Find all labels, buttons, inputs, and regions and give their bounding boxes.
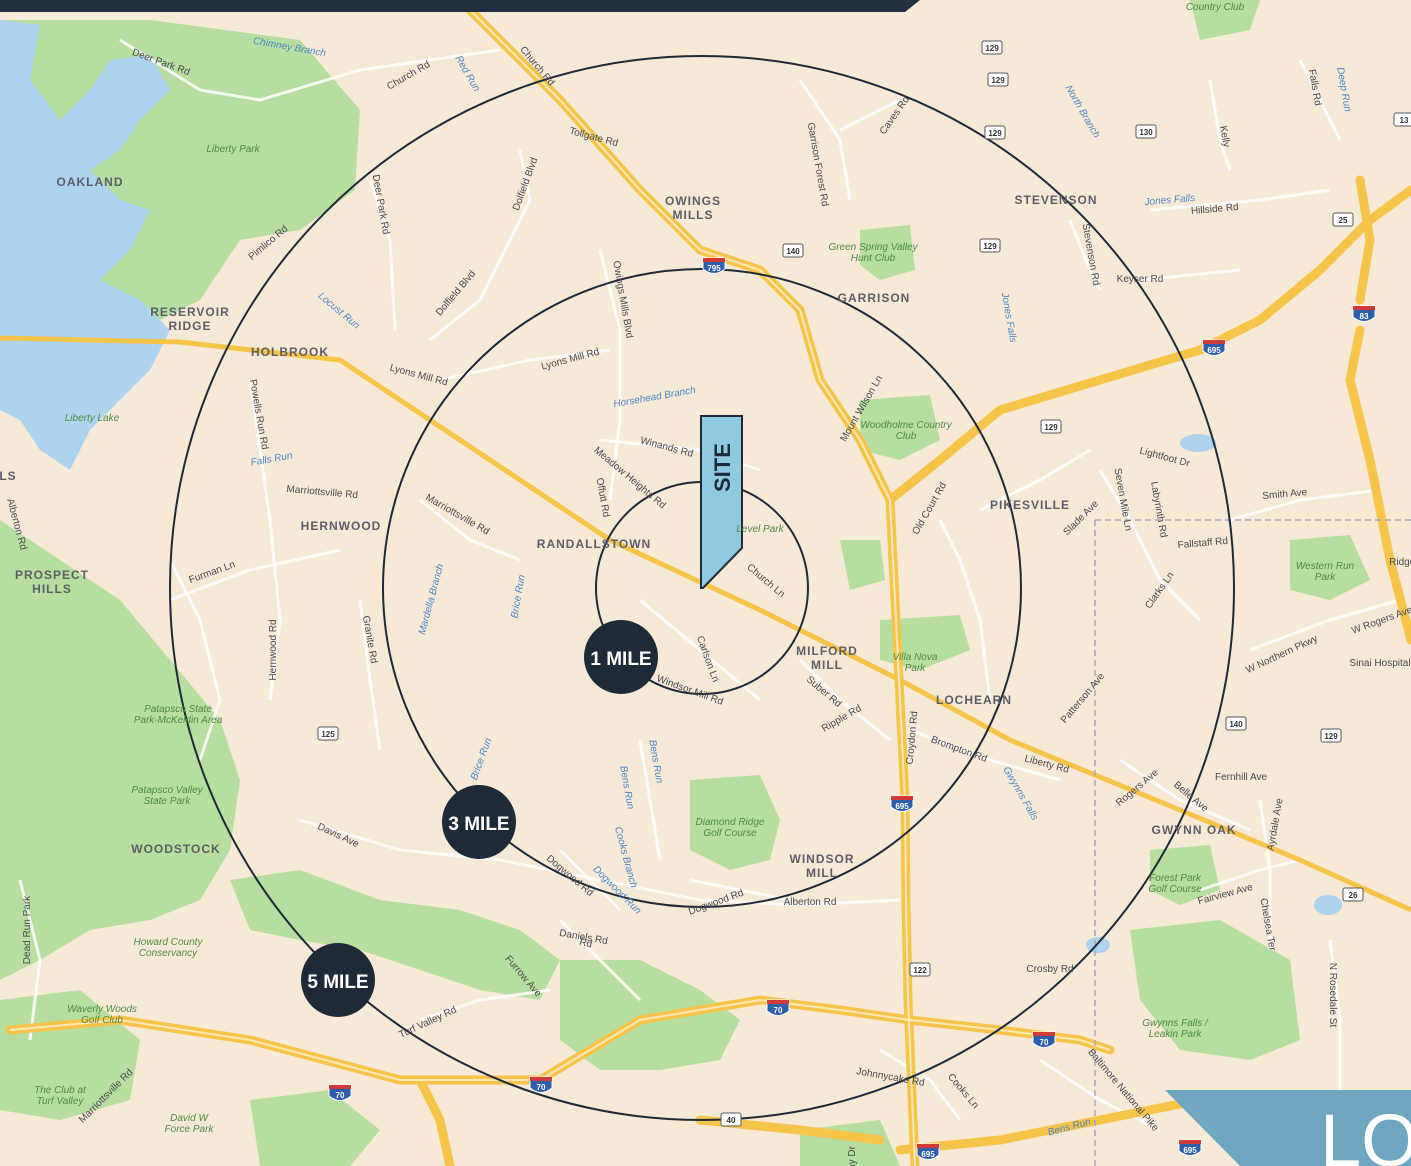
- route-shield-129: 129: [981, 40, 1003, 55]
- place-label-gwynn-oak: GWYNN OAK: [1152, 823, 1237, 837]
- park-label-david-w-force-park: David W Force Park: [165, 1113, 215, 1135]
- place-label-owings-mills: OWINGS MILLS: [665, 194, 721, 222]
- route-shield-25: 25: [1332, 212, 1354, 227]
- svg-text:70: 70: [537, 1083, 546, 1092]
- svg-text:795: 795: [707, 264, 721, 273]
- route-shield-125: 125: [317, 726, 339, 741]
- route-shield-795: 795: [702, 257, 726, 274]
- route-shield-695: 695: [1202, 339, 1226, 356]
- svg-text:26: 26: [1349, 891, 1358, 900]
- route-shield-70: 70: [766, 999, 790, 1016]
- route-shield-13: 13: [1393, 112, 1411, 127]
- road-label-dead-run-park-76: Dead Run Park: [22, 895, 33, 964]
- badge-5-mile[interactable]: 5 MILE: [301, 943, 375, 1017]
- route-shield-129: 129: [984, 125, 1006, 140]
- place-label-pikesville: PIKESVILLE: [990, 498, 1070, 512]
- road-label-ay-dr-89: ay Dr: [847, 1145, 858, 1166]
- route-shield-40: 40: [720, 1112, 742, 1127]
- place-label-oakland: OAKLAND: [57, 175, 124, 189]
- svg-text:25: 25: [1339, 216, 1348, 225]
- route-shield-129: 129: [979, 238, 1001, 253]
- svg-text:40: 40: [727, 1116, 736, 1125]
- place-label-stevenson: STEVENSON: [1014, 193, 1097, 207]
- road-label-keyser-rd-17: Keyser Rd: [1117, 274, 1164, 285]
- route-shield-70: 70: [529, 1076, 553, 1093]
- place-label-lochearn: LOCHEARN: [936, 693, 1012, 707]
- svg-text:125: 125: [321, 730, 335, 739]
- svg-text:695: 695: [895, 802, 909, 811]
- svg-text:70: 70: [336, 1091, 345, 1100]
- park-label-forest-park-golf-course: Forest Park Golf Course: [1148, 873, 1202, 895]
- svg-text:129: 129: [1044, 423, 1058, 432]
- route-shield-129: 129: [1320, 728, 1342, 743]
- svg-text:129: 129: [985, 44, 999, 53]
- road-label-crosby-rd-77: Crosby Rd: [1026, 964, 1073, 975]
- road-label-ridge-rd-86: Ridge Rd: [1389, 557, 1411, 568]
- corner-banner-text: LOC: [1320, 1099, 1411, 1166]
- route-shield-129: 129: [1040, 419, 1062, 434]
- place-label-woodstock: WOODSTOCK: [131, 842, 220, 856]
- svg-text:695: 695: [1183, 1146, 1197, 1155]
- badge-3-mile-label: 3 MILE: [448, 814, 509, 835]
- map-canvas[interactable]: LOC SITE 1 MILE 3 MILE 5 MILE 129 129 129 1…: [0, 0, 1411, 1166]
- route-shield-83: 83: [1352, 305, 1376, 322]
- route-shield-129: 129: [987, 72, 1009, 87]
- svg-text:140: 140: [1229, 720, 1243, 729]
- badge-3-mile[interactable]: 3 MILE: [442, 785, 516, 859]
- park-label-country-club: Country Club: [1186, 2, 1245, 13]
- svg-text:129: 129: [1324, 732, 1338, 741]
- svg-text:122: 122: [913, 966, 927, 975]
- park-label-the-club-at-turf-valley: The Club at Turf Valley: [34, 1085, 87, 1107]
- route-shield-70: 70: [1032, 1031, 1056, 1048]
- svg-text:140: 140: [786, 247, 800, 256]
- route-shield-122: 122: [909, 962, 931, 977]
- road-label-n-rosedale-st-63: N Rosedale St: [1327, 963, 1338, 1028]
- route-shield-695: 695: [1178, 1139, 1202, 1156]
- route-shield-695: 695: [890, 795, 914, 812]
- road-label-hernwood-rd-27: Hernwood Rd: [268, 619, 279, 680]
- place-label-holbrook: HOLBROOK: [251, 345, 329, 359]
- park-label-howard-county-conservancy: Howard County Conservancy: [134, 937, 204, 959]
- park-label-diamond-ridge-golf-course: Diamond Ridge Golf Course: [696, 817, 765, 839]
- park-label-liberty-lake: Liberty Lake: [65, 413, 120, 424]
- place-label-ls: LS: [0, 469, 17, 483]
- svg-text:695: 695: [1207, 346, 1221, 355]
- park-label-level-park: Level Park: [736, 524, 784, 535]
- svg-text:129: 129: [988, 129, 1002, 138]
- route-shield-695: 695: [916, 1143, 940, 1160]
- svg-text:130: 130: [1139, 128, 1153, 137]
- road-label-alberton-rd-71: Alberton Rd: [784, 897, 837, 908]
- svg-text:13: 13: [1400, 116, 1409, 125]
- route-shield-140: 140: [1225, 716, 1247, 731]
- badge-5-mile-label: 5 MILE: [307, 972, 368, 993]
- place-label-randallstown: RANDALLSTOWN: [537, 537, 651, 551]
- svg-text:70: 70: [774, 1006, 783, 1015]
- place-label-hernwood: HERNWOOD: [301, 519, 382, 533]
- route-shield-130: 130: [1135, 124, 1157, 139]
- svg-text:129: 129: [991, 76, 1005, 85]
- badge-1-mile[interactable]: 1 MILE: [584, 620, 658, 694]
- svg-text:129: 129: [983, 242, 997, 251]
- svg-text:83: 83: [1360, 312, 1369, 321]
- header-bar: [0, 0, 920, 12]
- park-label-patapsco-state-park-mckeldin-area: Patapsco State Park-McKeldin Area: [134, 704, 223, 726]
- route-shield-70: 70: [328, 1084, 352, 1101]
- place-label-garrison: GARRISON: [838, 291, 911, 305]
- route-shield-140: 140: [782, 243, 804, 258]
- road-label-fernhill-ave-59: Fernhill Ave: [1215, 772, 1268, 783]
- route-shield-26: 26: [1342, 887, 1364, 902]
- svg-text:70: 70: [1040, 1038, 1049, 1047]
- site-marker-label: SITE: [710, 443, 735, 492]
- park-label-liberty-park: Liberty Park: [206, 144, 260, 155]
- park-label-gwynns-falls-leakin-park: Gwynns Falls / Leakin Park: [1142, 1018, 1209, 1040]
- badge-1-mile-label: 1 MILE: [590, 649, 651, 670]
- svg-text:695: 695: [921, 1150, 935, 1159]
- road-label-sinai-hospital-49: Sinai Hospital: [1349, 658, 1410, 669]
